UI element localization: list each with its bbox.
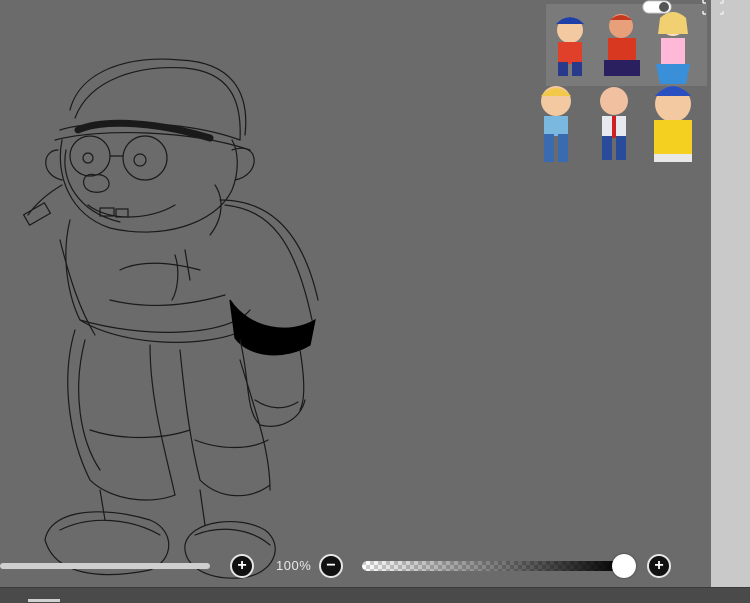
plush-3 — [656, 12, 690, 84]
plush-4 — [541, 86, 571, 162]
expand-icon[interactable] — [700, 0, 726, 16]
plush-1 — [556, 17, 584, 76]
minus-icon: − — [326, 557, 336, 574]
brush-size-plus-button[interactable]: + — [230, 554, 254, 578]
status-bar — [0, 587, 750, 603]
zoom-in-button[interactable]: + — [647, 554, 671, 578]
plush-5 — [600, 87, 628, 160]
brush-size-slider[interactable] — [0, 563, 210, 569]
plus-icon: + — [654, 557, 664, 574]
zoom-level: 100% — [276, 558, 312, 573]
plush-6 — [654, 86, 692, 162]
zoom-out-button[interactable]: − — [319, 554, 343, 578]
plush-2 — [604, 14, 640, 76]
reference-image — [541, 12, 692, 162]
opacity-slider[interactable] — [362, 561, 624, 571]
toggle-icon[interactable] — [642, 0, 672, 14]
plus-icon: + — [237, 557, 247, 574]
side-panel — [711, 0, 750, 587]
opacity-slider-handle[interactable] — [612, 554, 636, 578]
